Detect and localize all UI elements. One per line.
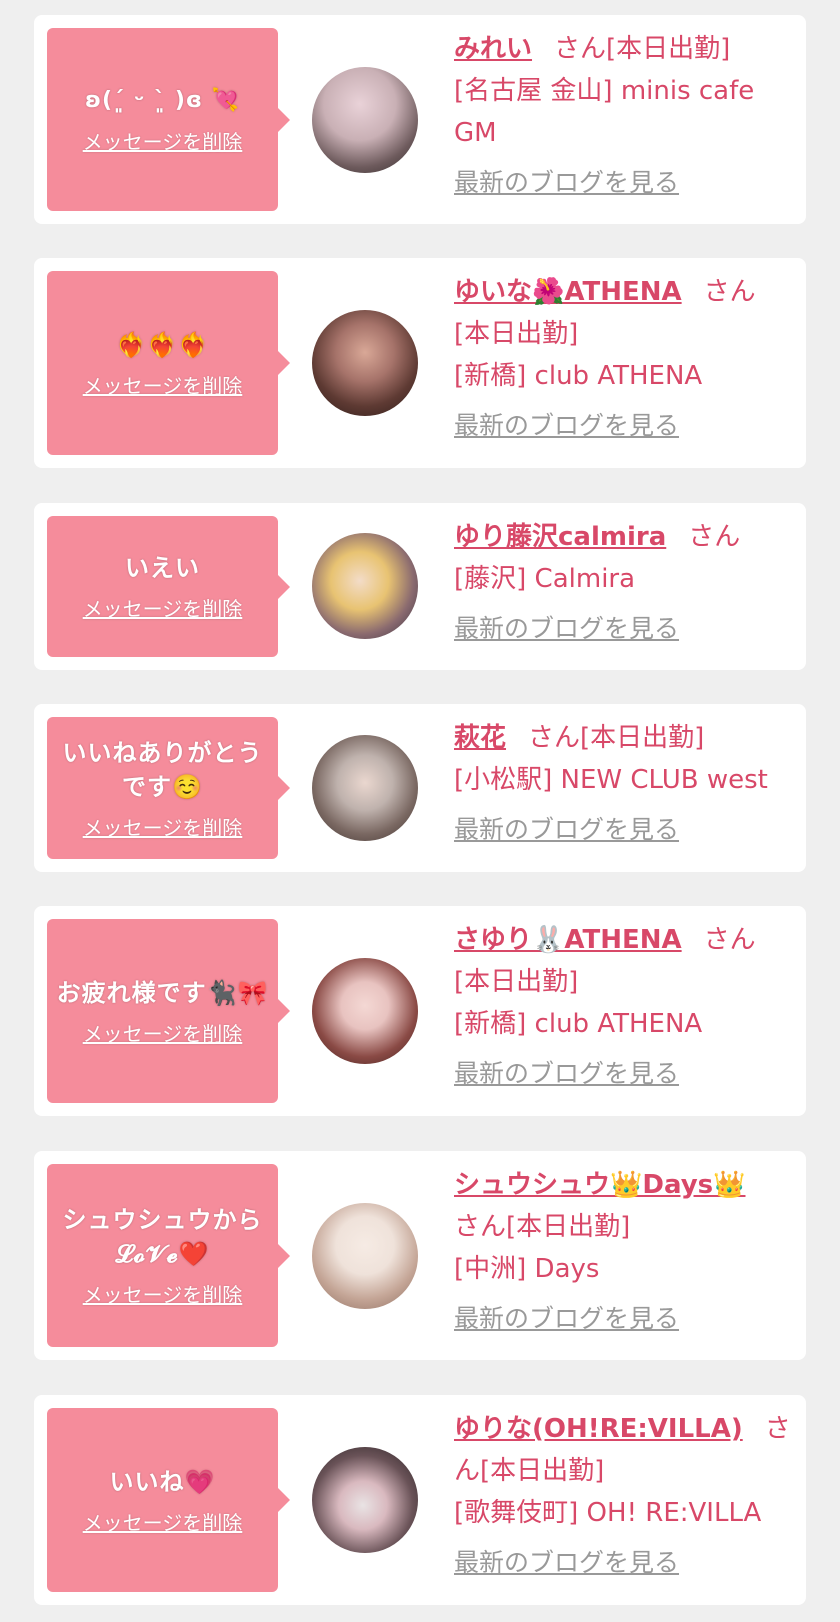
- status-text: [本日出勤]: [454, 319, 579, 349]
- avatar[interactable]: [312, 533, 418, 639]
- status-text: [本日出勤]: [606, 34, 731, 64]
- location-text: [藤沢] Calmira: [454, 564, 636, 594]
- latest-blog-link[interactable]: 最新のブログを見る: [454, 1542, 794, 1584]
- delete-message-link[interactable]: メッセージを削除: [83, 812, 243, 841]
- message-card: お疲れ様です🐈‍⬛🎀 メッセージを削除 さゆり🐰ATHENA さん [本日出勤] …: [34, 906, 806, 1116]
- honorific: さん: [528, 723, 581, 753]
- delete-message-link[interactable]: メッセージを削除: [83, 370, 243, 399]
- sender-name-link[interactable]: 萩花: [454, 723, 506, 753]
- delete-message-link[interactable]: メッセージを削除: [83, 1018, 243, 1047]
- latest-blog-link[interactable]: 最新のブログを見る: [454, 405, 794, 447]
- sender-info: ゆいな🌺ATHENA さん [本日出勤] [新橋] club ATHENA 最新の…: [454, 271, 794, 447]
- latest-blog-link[interactable]: 最新のブログを見る: [454, 1053, 794, 1095]
- message-card: いいねありがとうです☺️ メッセージを削除 萩花 さん[本日出勤] [小松駅] N…: [34, 704, 806, 872]
- message-bubble: ʚ(´͈ ᵕ `͈ )ɞ 💘 メッセージを削除: [47, 28, 290, 211]
- location-text: [新橋] club ATHENA: [454, 1009, 703, 1039]
- message-list: ʚ(´͈ ᵕ `͈ )ɞ 💘 メッセージを削除 みれい さん[本日出勤] [名古屋…: [0, 0, 840, 1622]
- honorific: さん: [703, 925, 756, 955]
- latest-blog-link[interactable]: 最新のブログを見る: [454, 1298, 794, 1340]
- sender-info: さゆり🐰ATHENA さん [本日出勤] [新橋] club ATHENA 最新の…: [454, 919, 794, 1095]
- location-text: [新橋] club ATHENA: [454, 361, 703, 391]
- location-text: [歌舞伎町] OH! RE:VILLA: [454, 1498, 762, 1528]
- avatar[interactable]: [312, 1203, 418, 1309]
- sender-info: ゆり藤沢calmira さん [藤沢] Calmira 最新のブログを見る: [454, 516, 794, 650]
- sender-info: みれい さん[本日出勤] [名古屋 金山] minis cafe GM 最新のブロ…: [454, 28, 794, 204]
- honorific: さん: [688, 522, 741, 552]
- status-text: [本日出勤]: [480, 1456, 605, 1486]
- sender-info: シュウシュウ👑Days👑 さん[本日出勤] [中洲] Days 最新のブログを見…: [454, 1164, 794, 1340]
- message-card: シュウシュウから 𝓛𝓸𝓥𝓮❤️ メッセージを削除 シュウシュウ👑Days👑 さん…: [34, 1151, 806, 1360]
- avatar[interactable]: [312, 735, 418, 841]
- message-text: お疲れ様です🐈‍⬛🎀: [56, 978, 269, 1007]
- latest-blog-link[interactable]: 最新のブログを見る: [454, 809, 794, 851]
- message-bubble: シュウシュウから 𝓛𝓸𝓥𝓮❤️ メッセージを削除: [47, 1164, 290, 1347]
- latest-blog-link[interactable]: 最新のブログを見る: [454, 608, 794, 650]
- message-card: いえい メッセージを削除 ゆり藤沢calmira さん [藤沢] Calmira …: [34, 503, 806, 670]
- message-bubble: いいね💗 メッセージを削除: [47, 1408, 290, 1592]
- avatar[interactable]: [312, 67, 418, 173]
- delete-message-link[interactable]: メッセージを削除: [83, 126, 243, 155]
- message-text: いえい: [125, 554, 200, 582]
- honorific: さん: [554, 34, 607, 64]
- avatar[interactable]: [312, 958, 418, 1064]
- sender-name-link[interactable]: ゆり藤沢calmira: [454, 522, 666, 552]
- message-text: シュウシュウから 𝓛𝓸𝓥𝓮❤️: [62, 1206, 263, 1268]
- location-text: [小松駅] NEW CLUB west: [454, 765, 768, 795]
- status-text: [本日出勤]: [506, 1212, 631, 1242]
- sender-name-link[interactable]: シュウシュウ👑Days👑: [454, 1170, 746, 1200]
- status-text: [本日出勤]: [580, 723, 705, 753]
- sender-name-link[interactable]: みれい: [454, 34, 532, 64]
- avatar[interactable]: [312, 310, 418, 416]
- message-bubble: お疲れ様です🐈‍⬛🎀 メッセージを削除: [47, 919, 290, 1103]
- sender-info: 萩花 さん[本日出勤] [小松駅] NEW CLUB west 最新のブログを見る: [454, 717, 794, 851]
- avatar[interactable]: [312, 1447, 418, 1553]
- message-bubble: いいねありがとうです☺️ メッセージを削除: [47, 717, 290, 859]
- message-card: ʚ(´͈ ᵕ `͈ )ɞ 💘 メッセージを削除 みれい さん[本日出勤] [名古屋…: [34, 15, 806, 224]
- message-text: ❤️‍🔥❤️‍🔥❤️‍🔥: [116, 330, 209, 359]
- delete-message-link[interactable]: メッセージを削除: [83, 1507, 243, 1536]
- message-bubble: いえい メッセージを削除: [47, 516, 290, 657]
- sender-info: ゆりな(OH!RE:VILLA) さん[本日出勤] [歌舞伎町] OH! RE:V…: [454, 1408, 794, 1584]
- message-bubble: ❤️‍🔥❤️‍🔥❤️‍🔥 メッセージを削除: [47, 271, 290, 455]
- delete-message-link[interactable]: メッセージを削除: [83, 1279, 243, 1308]
- sender-name-link[interactable]: ゆいな🌺ATHENA: [454, 277, 682, 307]
- delete-message-link[interactable]: メッセージを削除: [83, 593, 243, 622]
- message-card: いいね💗 メッセージを削除 ゆりな(OH!RE:VILLA) さん[本日出勤] […: [34, 1395, 806, 1605]
- location-text: [中洲] Days: [454, 1254, 600, 1284]
- message-text: いいね💗: [109, 1467, 216, 1496]
- message-card: ❤️‍🔥❤️‍🔥❤️‍🔥 メッセージを削除 ゆいな🌺ATHENA さん [本日出勤…: [34, 258, 806, 468]
- location-text: [名古屋 金山] minis cafe GM: [454, 76, 755, 148]
- message-text: ʚ(´͈ ᵕ `͈ )ɞ 💘: [84, 88, 241, 113]
- latest-blog-link[interactable]: 最新のブログを見る: [454, 162, 794, 204]
- sender-name-link[interactable]: ゆりな(OH!RE:VILLA): [454, 1414, 743, 1444]
- message-text: いいねありがとうです☺️: [62, 738, 263, 801]
- sender-name-link[interactable]: さゆり🐰ATHENA: [454, 925, 682, 955]
- honorific: さん: [454, 1212, 507, 1242]
- honorific: さん: [703, 277, 756, 307]
- status-text: [本日出勤]: [454, 967, 579, 997]
